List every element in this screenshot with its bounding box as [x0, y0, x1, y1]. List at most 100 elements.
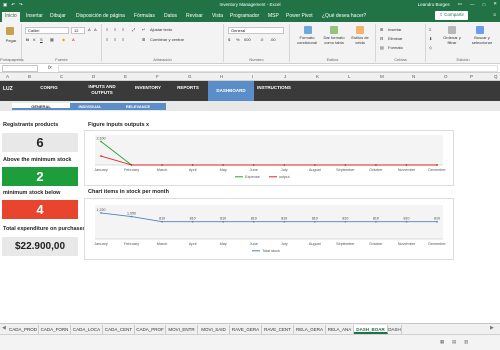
sheet-tab-cada-prof[interactable]: CADA_PROF — [135, 325, 166, 334]
decrease-decimal-icon[interactable]: .00 — [270, 37, 276, 42]
tab-revisar[interactable]: Revisar — [186, 13, 203, 19]
sheet-tab-dash[interactable]: DASH — [388, 325, 402, 334]
column-header-g[interactable]: G — [188, 74, 192, 79]
number-format-select[interactable]: General — [228, 27, 284, 34]
column-header-n[interactable]: N — [412, 74, 415, 79]
font-size-select[interactable]: 12 — [71, 27, 85, 34]
merge-center-button[interactable]: Combinar y centrar — [150, 37, 184, 42]
insert-cells-button[interactable]: Insertar — [388, 27, 402, 32]
italic-icon[interactable]: K — [33, 37, 36, 42]
bold-icon[interactable]: N — [26, 37, 29, 42]
format-table-button[interactable]: Dar formato como tabla — [321, 35, 347, 45]
normal-view-icon[interactable]: ▦ — [440, 339, 444, 345]
align-top-icon[interactable]: ≡ — [106, 27, 108, 32]
ribbon-display-icon[interactable]: ▭ — [458, 1, 462, 7]
column-header-a[interactable]: A — [6, 74, 9, 79]
column-header-i[interactable]: I — [252, 74, 253, 79]
subtab-individual[interactable]: INDIVIDUAL — [70, 103, 110, 110]
sheet-tab-cada-prod[interactable]: CADA_PROD — [8, 325, 39, 334]
font-color-icon[interactable]: A — [72, 37, 75, 42]
percent-icon[interactable]: % — [236, 37, 240, 42]
column-header-p[interactable]: P — [470, 74, 473, 79]
tab-dibujar[interactable]: Dibujar — [50, 13, 66, 19]
sheet-tab-rave-gera[interactable]: RAVE_GERA — [230, 325, 262, 334]
fill-icon[interactable]: ⬇ — [429, 36, 432, 41]
column-header-j[interactable]: J — [284, 74, 286, 79]
align-right-icon[interactable]: ≡ — [122, 37, 124, 42]
page-layout-icon[interactable]: ▤ — [452, 339, 456, 345]
fx-icon[interactable]: fx — [48, 65, 52, 71]
wrap-text-icon[interactable]: ↵ — [142, 27, 145, 32]
delete-cells-button[interactable]: Eliminar — [388, 36, 402, 41]
shrink-font-icon[interactable]: A — [94, 27, 97, 32]
borders-icon[interactable]: ▦ — [50, 37, 54, 42]
name-box[interactable] — [2, 65, 38, 72]
minimize-icon[interactable]: — — [470, 2, 475, 7]
sheet-tab-rave-cent[interactable]: RAVE_CENT — [262, 325, 294, 334]
share-button[interactable]: ⇪ Compartir — [435, 11, 468, 20]
tab-datos[interactable]: Datos — [164, 13, 177, 19]
tab-formulas[interactable]: Fórmulas — [134, 13, 155, 19]
wrap-text-button[interactable]: Ajustar texto — [150, 27, 172, 32]
sort-filter-icon[interactable] — [448, 26, 456, 34]
align-middle-icon[interactable]: ≡ — [114, 27, 116, 32]
sort-filter-button[interactable]: Ordenar y filtrar — [439, 35, 465, 45]
tab-msp[interactable]: MSP — [268, 13, 279, 19]
align-bottom-icon[interactable]: ≡ — [122, 27, 124, 32]
find-select-icon[interactable] — [476, 26, 484, 34]
column-header-o[interactable]: O — [444, 74, 448, 79]
sheet-tab-movi-said[interactable]: MOVI_SAID — [198, 325, 230, 334]
fill-color-icon[interactable]: ◆ — [62, 37, 65, 42]
column-header-e[interactable]: E — [124, 74, 127, 79]
orientation-icon[interactable]: ⤢ — [132, 27, 135, 32]
delete-cells-icon[interactable]: ⊟ — [380, 36, 383, 41]
insert-cells-icon[interactable]: ⊞ — [380, 27, 383, 32]
column-header-k[interactable]: K — [316, 74, 319, 79]
currency-icon[interactable]: $ — [228, 37, 230, 42]
underline-icon[interactable]: S — [40, 37, 43, 42]
sheet-tab-movi-entr[interactable]: MOVI_ENTR — [166, 325, 198, 334]
align-center-icon[interactable]: ≡ — [114, 37, 116, 42]
tab-programador[interactable]: Programador — [230, 13, 259, 19]
subtab-general[interactable]: GENERAL — [12, 103, 70, 110]
nav-inventory[interactable]: INVENTORY — [128, 85, 168, 91]
sheet-tab-cada-loca[interactable]: CADA_LOCA — [71, 325, 103, 334]
column-header-c[interactable]: C — [60, 74, 63, 79]
conditional-format-button[interactable]: Formato condicional — [292, 35, 322, 45]
user-name[interactable]: Leandro Borges — [418, 2, 450, 7]
find-select-button[interactable]: Buscar y seleccionar — [466, 35, 498, 45]
nav-inputs-outputs[interactable]: INPUTS AND OUTPUTS — [80, 84, 124, 95]
page-break-icon[interactable]: ▥ — [464, 339, 468, 345]
format-cells-button[interactable]: Formato — [388, 45, 403, 50]
comma-icon[interactable]: 000 — [244, 37, 251, 42]
formula-input[interactable] — [58, 65, 498, 72]
tab-inicio[interactable]: Inicio — [2, 12, 20, 22]
align-left-icon[interactable]: ≡ — [106, 37, 108, 42]
comments-icon[interactable]: ☺ — [492, 12, 497, 17]
column-header-q[interactable]: Q — [494, 74, 498, 79]
column-header-l[interactable]: L — [348, 74, 351, 79]
tab-insertar[interactable]: Insertar — [26, 13, 43, 19]
subtab-relevance[interactable]: RELEVANCE — [110, 103, 166, 110]
paste-icon[interactable] — [6, 27, 14, 35]
sheet-tab-rela-ana[interactable]: RELA_ANA — [326, 325, 354, 334]
autosum-icon[interactable]: Σ — [429, 27, 431, 32]
column-header-f[interactable]: F — [156, 74, 159, 79]
column-header-d[interactable]: D — [92, 74, 95, 79]
cell-styles-icon[interactable] — [356, 26, 364, 34]
merge-icon[interactable]: ⊞ — [142, 37, 145, 42]
increase-decimal-icon[interactable]: .0 — [260, 37, 263, 42]
sheet-tab-cada-forn[interactable]: CADA_FORN — [39, 325, 71, 334]
conditional-format-icon[interactable] — [304, 26, 312, 34]
nav-config[interactable]: CONFIG — [34, 85, 64, 91]
sheet-tab-rela-gera[interactable]: RELA_GERA — [294, 325, 326, 334]
tab-disposicion[interactable]: Disposición de página — [76, 13, 125, 19]
clear-icon[interactable]: ◇ — [429, 45, 432, 50]
sheet-prev-icon[interactable]: ◀ — [2, 325, 6, 331]
font-name-select[interactable]: Calibri — [25, 27, 69, 34]
nav-reports[interactable]: REPORTS — [168, 85, 208, 91]
column-header-b[interactable]: B — [28, 74, 31, 79]
grow-font-icon[interactable]: A — [88, 27, 91, 32]
tab-power-pivot[interactable]: Power Pivot — [286, 13, 313, 19]
cell-styles-button[interactable]: Estilos de celda — [348, 35, 372, 45]
